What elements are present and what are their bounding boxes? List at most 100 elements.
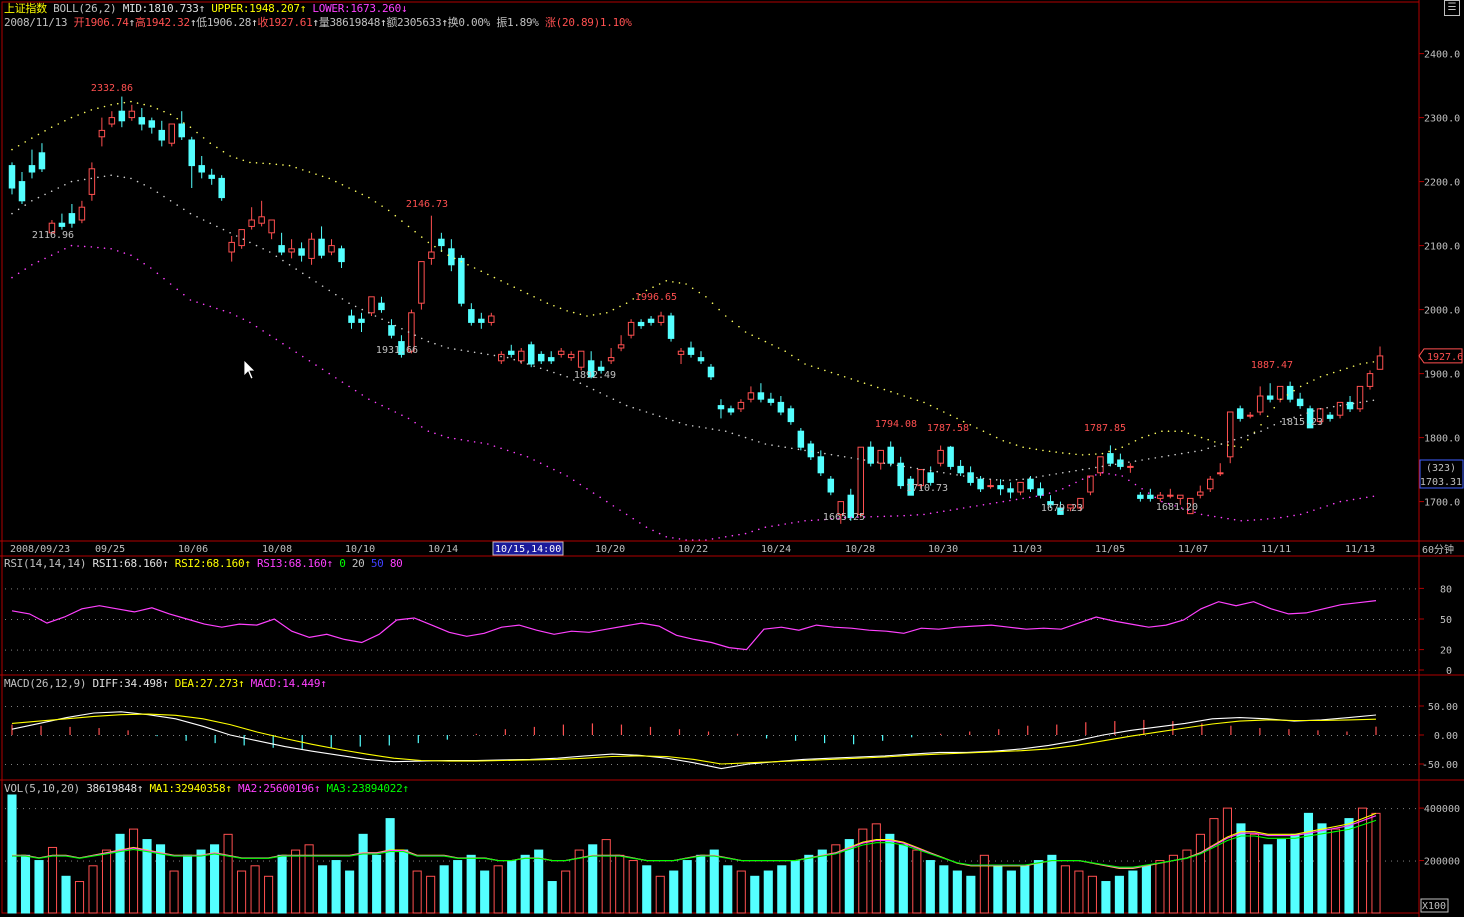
rsi-grid-dot <box>797 588 798 590</box>
boll-upper-dot <box>500 280 502 282</box>
vol-grid-dot <box>29 808 30 810</box>
boll-upper-dot <box>956 417 958 420</box>
vol-grid-dot <box>515 808 516 810</box>
macd-grid-dot <box>1337 764 1338 765</box>
rsi-grid-dot <box>1301 670 1302 671</box>
rsi-grid-dot <box>503 588 504 590</box>
time-label: 10/20 <box>595 544 625 555</box>
rsi-grid-dot <box>1235 588 1236 590</box>
rsi-grid-dot <box>1295 670 1296 671</box>
rsi-grid-dot <box>35 619 36 620</box>
rsi-grid-dot <box>1355 649 1356 651</box>
rsi-grid-dot <box>971 588 972 590</box>
macd-grid-dot <box>305 735 306 736</box>
rsi-grid-dot <box>695 619 696 620</box>
boll-upper-dot <box>196 131 198 134</box>
boll-upper-dot <box>242 159 245 162</box>
macd-grid-dot <box>227 706 228 707</box>
candle-body <box>358 318 365 323</box>
window-menu-icon[interactable]: ☰ <box>1444 0 1460 16</box>
boll-mid-dot <box>1227 441 1229 443</box>
vol-grid-dot <box>71 860 72 862</box>
boll-mid-dot <box>738 434 740 437</box>
rsi-grid-dot <box>425 649 426 651</box>
boll-upper-dot <box>1372 361 1375 363</box>
macd-grid-dot <box>965 735 966 736</box>
rsi-grid-dot <box>371 619 372 620</box>
rsi-grid-dot <box>443 588 444 590</box>
rsi-grid-dot <box>605 619 606 620</box>
rsi-grid-dot <box>893 588 894 590</box>
boll-lower-dot <box>903 514 905 517</box>
vol-grid-dot <box>911 808 912 810</box>
rsi-grid-dot <box>1325 619 1326 620</box>
rsi-grid-dot <box>323 619 324 620</box>
vol-grid-dot <box>1037 808 1038 810</box>
rsi-grid-dot <box>257 588 258 590</box>
vol-grid-dot <box>239 808 240 810</box>
vol-grid-dot <box>533 808 534 810</box>
rsi-grid-dot <box>815 619 816 620</box>
vol-grid-dot <box>1367 808 1368 810</box>
vol-grid-dot <box>629 808 630 810</box>
macd-grid-dot <box>755 706 756 707</box>
rsi-grid-dot <box>269 649 270 651</box>
macd-grid-dot <box>863 764 864 765</box>
vol-grid-dot <box>1205 808 1206 810</box>
price-annotation: 1892.49 <box>574 370 616 381</box>
rsi-grid-dot <box>287 649 288 651</box>
rsi-grid-dot <box>551 670 552 671</box>
macd-grid-dot <box>833 735 834 736</box>
macd-grid-dot <box>593 764 594 765</box>
boll-lower-dot <box>183 293 185 296</box>
rsi-grid-dot <box>743 619 744 620</box>
rsi-grid-dot <box>59 588 60 590</box>
rsi-grid-dot <box>335 649 336 651</box>
rsi-grid-dot <box>1415 588 1416 590</box>
vol-grid-dot <box>1415 860 1416 862</box>
rsi-grid-dot <box>539 588 540 590</box>
macd-grid-dot <box>1283 764 1284 765</box>
boll-mid-dot <box>447 347 449 349</box>
candle-body <box>527 344 535 365</box>
macd-grid-dot <box>413 735 414 736</box>
boll-lower-dot <box>1147 492 1150 494</box>
mouse-pointer-icon <box>243 359 256 380</box>
stock-chart[interactable]: 2008/09/23 09/25 10/06 10/08 10/10 10/14 10/15… <box>0 0 1464 917</box>
boll-upper-dot <box>235 157 238 159</box>
candle-body <box>88 168 96 195</box>
boll-mid-dot <box>1299 414 1302 417</box>
macd-grid-dot <box>1415 735 1416 736</box>
boll-upper-dot <box>698 291 701 294</box>
macd-grid-dot <box>563 706 564 707</box>
macd-grid-dot <box>1241 735 1242 736</box>
macd-grid-dot <box>1097 764 1098 765</box>
macd-grid-dot <box>953 706 954 707</box>
macd-grid-dot <box>401 735 402 736</box>
vol-grid-dot <box>713 808 714 810</box>
boll-mid-dot <box>387 321 390 324</box>
boll-lower-dot <box>665 536 668 538</box>
rsi-grid-dot <box>1055 619 1056 620</box>
macd-grid-dot <box>863 735 864 736</box>
macd-grid-dot <box>707 706 708 707</box>
rsi-grid-dot <box>935 619 936 620</box>
rsi-grid-dot <box>1277 670 1278 671</box>
vol-grid-dot <box>443 808 444 810</box>
vol-grid-dot <box>1295 808 1296 810</box>
boll-lower-dot <box>341 381 344 383</box>
macd-grid-dot <box>497 706 498 707</box>
candle-body <box>1336 401 1344 416</box>
rsi-grid-dot <box>641 619 642 620</box>
rsi-grid-dot <box>377 670 378 671</box>
macd-grid-dot <box>1403 764 1404 765</box>
vol-grid-dot <box>299 808 300 810</box>
macd-grid-dot <box>491 764 492 765</box>
rsi-grid-dot <box>1169 588 1170 590</box>
macd-grid-dot <box>1307 706 1308 707</box>
rsi-grid-dot <box>761 670 762 671</box>
rsi-grid-dot <box>65 588 66 590</box>
macd-grid-dot <box>623 706 624 707</box>
boll-upper-dot <box>824 369 826 372</box>
vol-grid-dot <box>233 808 234 810</box>
